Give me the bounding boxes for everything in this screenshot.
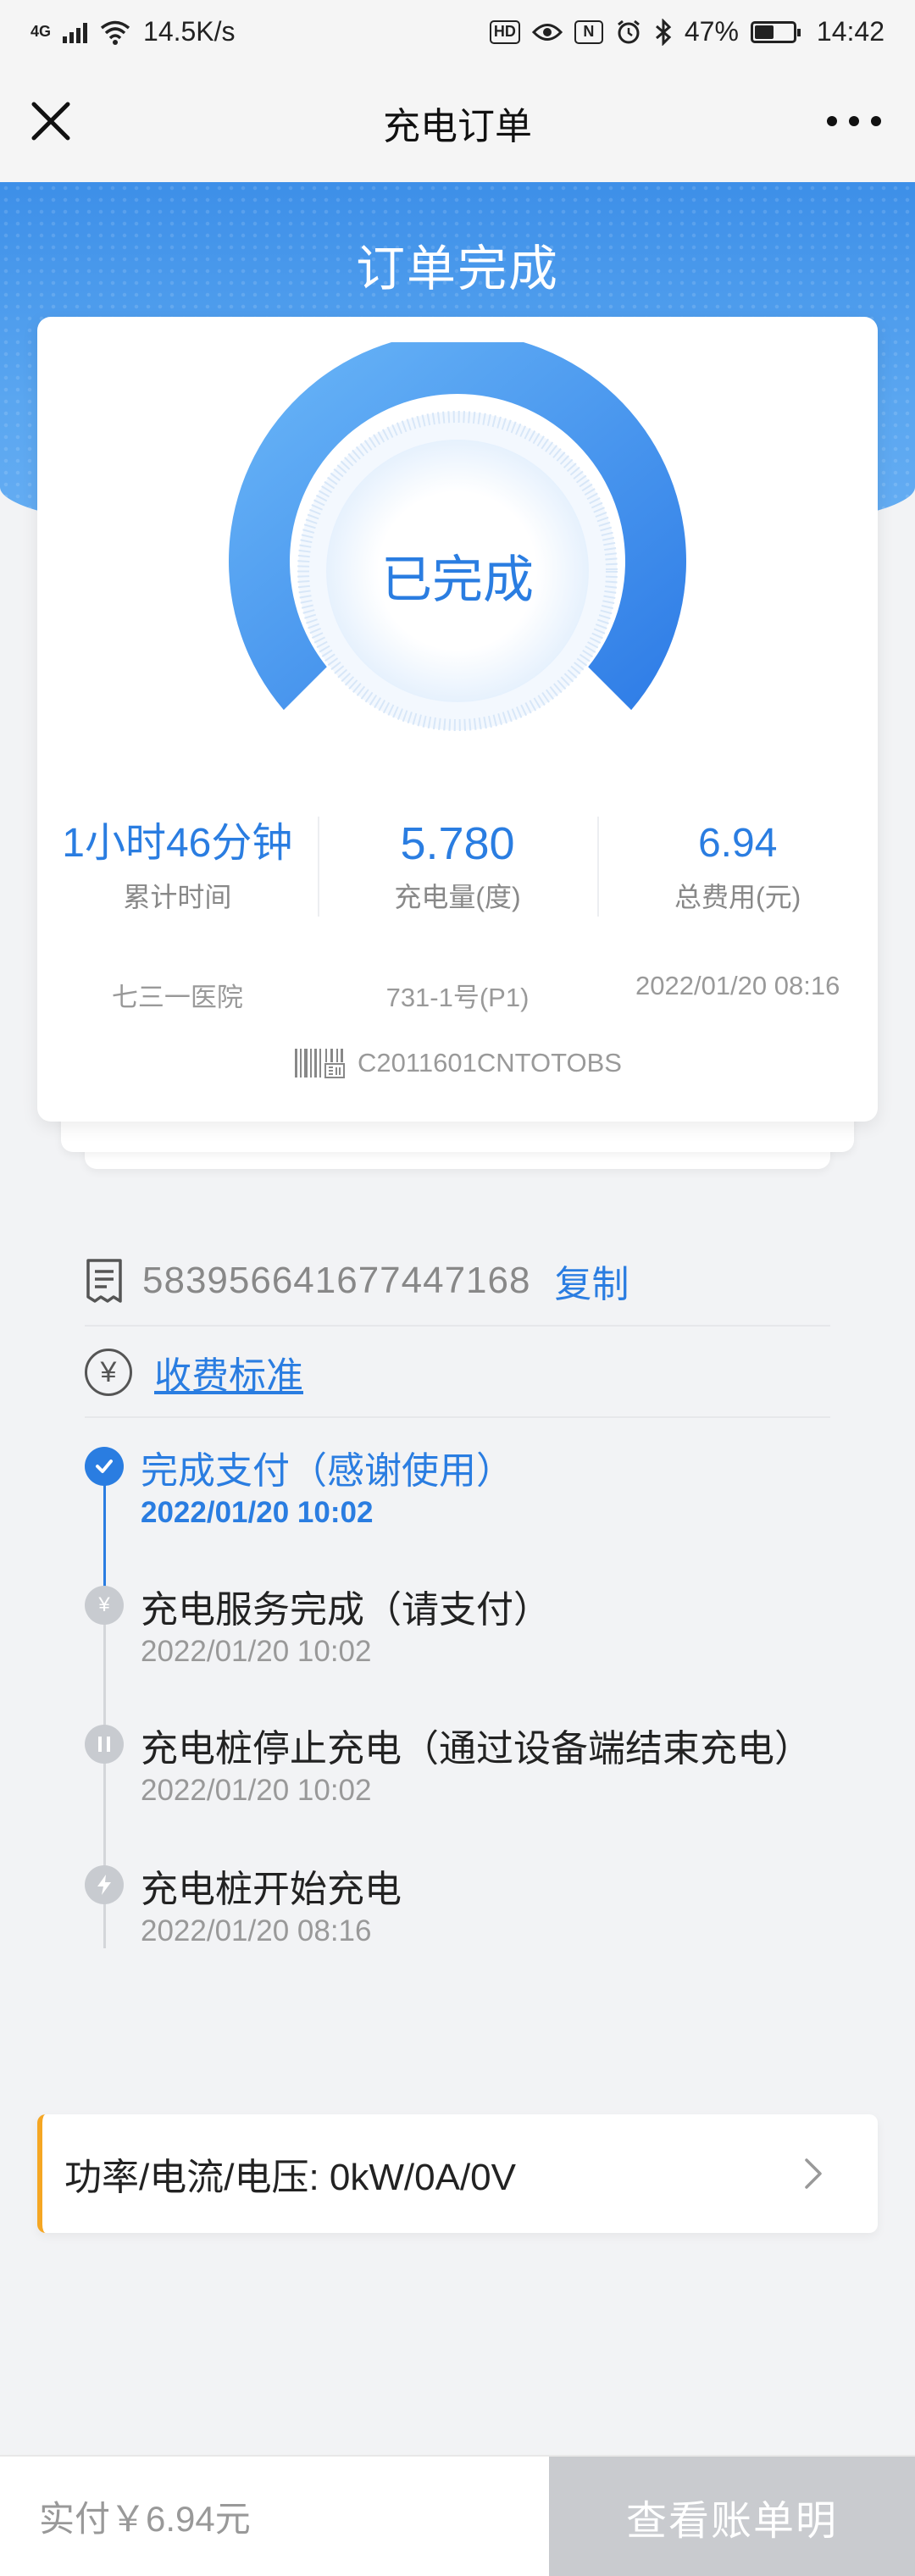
timeline-time: 2022/01/20 10:02 [141,1774,372,1807]
pause-icon [85,1725,124,1764]
timeline-title: 完成支付（感谢使用） [141,1450,513,1492]
timeline-title: 充电服务完成（请支付） [141,1589,551,1631]
page-title: 充电订单 [383,106,532,147]
stat-duration: 1小时46分钟 累计时间 [37,817,318,915]
yen-circle-icon: ¥ [85,1349,132,1396]
power-info-card[interactable]: 功率/电流/电压: 0kW/0A/0V [37,2114,878,2233]
chevron-right-icon [805,2158,822,2189]
bolt-icon [85,1865,124,1904]
hd-badge: HD [489,19,520,44]
timeline-time: 2022/01/20 10:02 [141,1635,372,1668]
stat-energy: 5.780 充电量(度) [317,817,598,917]
signal-icon [63,21,88,43]
network-type: 4G [30,23,52,40]
banner-title: 订单完成 [355,241,559,296]
check-icon [85,1447,124,1486]
stats-row: 1小时46分钟 累计时间 5.780 充电量(度) 6.94 总费用(元) [37,817,878,917]
timeline-title: 充电桩停止充电（通过设备端结束充电） [141,1728,812,1770]
battery-icon [750,20,801,43]
alarm-icon [617,19,640,43]
charge-datetime: 2022/01/20 08:16 [635,971,840,1000]
wifi-icon [100,20,130,45]
title-bar: 充电订单 [0,64,915,182]
status-left: 4G 14.5K/s [30,16,236,47]
progress-gauge [229,342,686,731]
order-number: 583956641677447168 [142,1260,531,1301]
status-right: HD N 47% 14:42 [489,16,884,47]
timeline-title: 充电桩开始充电 [141,1869,402,1910]
eye-icon [531,23,563,41]
station-name: 七三一医院 [111,983,243,1012]
nfc-icon: N [574,19,603,44]
stat-cost: 6.94 总费用(元) [597,817,878,917]
status-label: 已完成 [381,551,534,608]
order-number-row: 583956641677447168 复制 [85,1237,830,1327]
stat-value: 5.780 [400,818,515,869]
stat-label: 总费用(元) [674,882,801,912]
copy-button[interactable]: 复制 [554,1254,629,1308]
bluetooth-icon [655,18,672,46]
station-info-row: 七三一医院 731-1号(P1) 2022/01/20 08:16 [37,971,878,1014]
barcode-icon [295,1049,346,1078]
network-speed: 14.5K/s [143,16,236,47]
more-icon[interactable] [827,104,881,138]
timeline-time: 2022/01/20 10:02 [141,1496,374,1529]
timeline-track-active [103,1474,106,1601]
stat-label: 累计时间 [123,882,232,912]
power-info-text: 功率/电流/电压: 0kW/0A/0V [64,2157,516,2198]
close-icon[interactable] [25,96,76,147]
serial-row: C2011601CNTOTOBS [37,1047,878,1079]
battery-percent: 47% [684,16,739,47]
status-bar: 4G 14.5K/s HD N 47% 14:42 [0,0,915,64]
fee-standard-link[interactable]: 收费标准 [154,1345,303,1399]
fee-standard-row: ¥ 收费标准 [85,1328,830,1418]
stat-value: 6.94 [697,821,778,866]
receipt-icon [86,1259,122,1303]
serial-number: C2011601CNTOTOBS [358,1048,622,1077]
order-summary-card: 已完成 1小时46分钟 累计时间 5.780 充电量(度) 6.94 总费用(元… [37,317,878,1122]
timeline-time: 2022/01/20 08:16 [141,1914,372,1947]
paid-amount: 实付￥6.94元 [39,2499,251,2539]
pile-number: 731-1号(P1) [385,983,530,1012]
yen-icon: ¥ [85,1586,124,1625]
bottom-bar: 实付￥6.94元 查看账单明 [0,2455,915,2576]
stat-label: 充电量(度) [394,882,521,912]
clock: 14:42 [816,16,884,47]
view-bill-button[interactable]: 查看账单明 [549,2457,915,2576]
stat-value: 1小时46分钟 [62,821,293,866]
